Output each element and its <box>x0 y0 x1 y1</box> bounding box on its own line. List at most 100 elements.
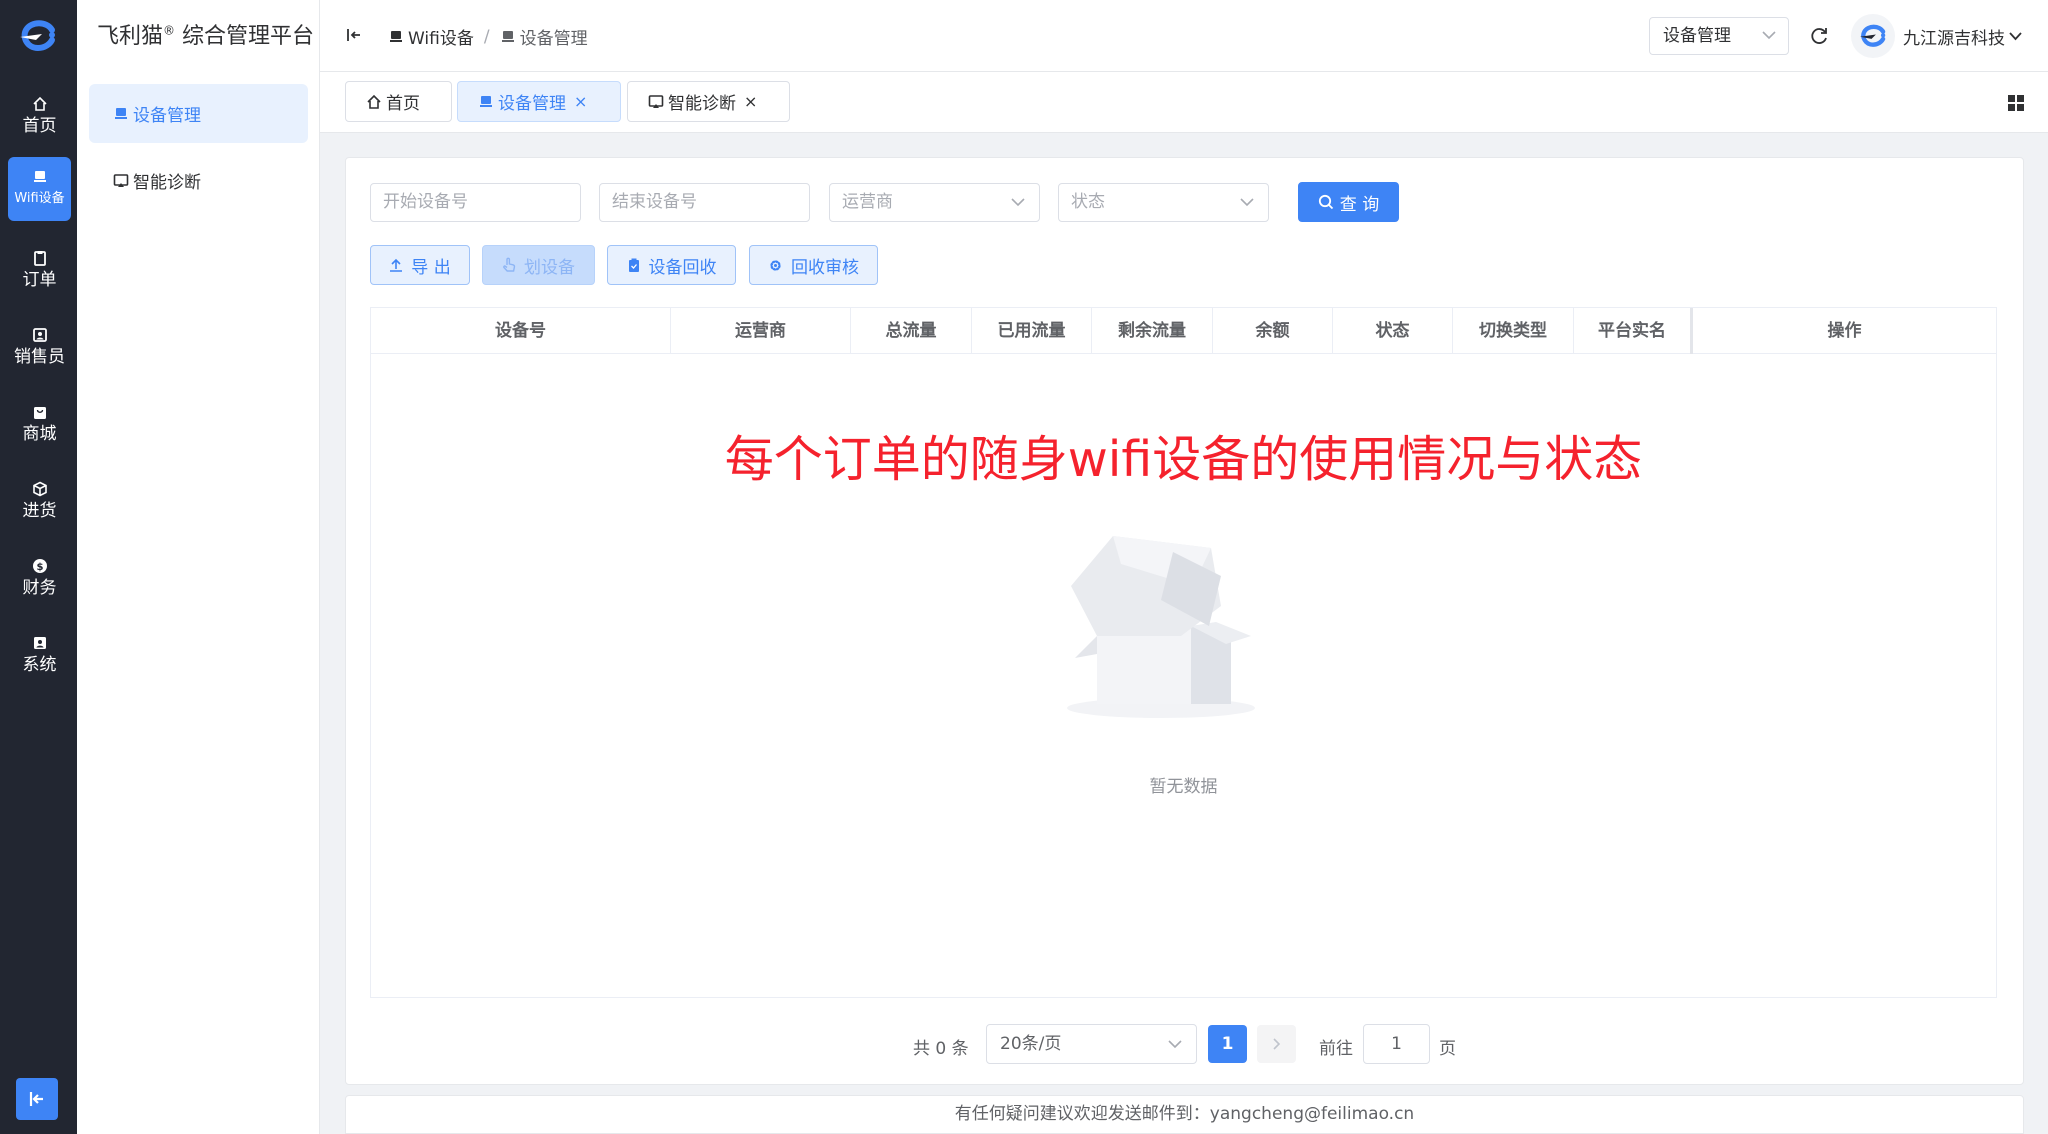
footer-bar: 有任何疑问建议欢迎发送邮件到：yangcheng@feilimao.cn <box>345 1095 2024 1134</box>
column-header-actions: 操作 <box>1690 308 1996 354</box>
avatar[interactable] <box>1851 14 1895 58</box>
goto-unit-label: 页 <box>1439 1039 1456 1059</box>
sidebar-item-device-management[interactable]: 设备管理 <box>89 84 308 143</box>
upload-icon <box>390 258 403 272</box>
recycle-review-button-label: 回收审核 <box>791 257 859 278</box>
sub-menu-sidebar: 飞利猫® 综合管理平台 设备管理 智能诊断 <box>77 0 320 1134</box>
main-nav-rail: 首页 Wifi设备 订单 销售员 商城 进货 $ 财务 系统 <box>0 0 77 1134</box>
monitor-icon <box>390 30 402 42</box>
rail-item-home[interactable]: 首页 <box>8 84 71 148</box>
rail-item-label: 进货 <box>22 501 57 521</box>
recycle-device-button[interactable]: 设备回收 <box>607 245 736 285</box>
pagination: 共 0 条 20条/页 1 前往 1 页 <box>346 1024 2023 1064</box>
close-icon[interactable]: × <box>744 92 757 111</box>
page-size-select[interactable]: 20条/页 <box>986 1024 1197 1064</box>
end-device-input[interactable]: 结束设备号 <box>599 183 810 222</box>
collapse-left-icon <box>29 1092 43 1106</box>
rail-item-salespeople[interactable]: 销售员 <box>8 315 71 379</box>
home-icon <box>367 94 381 109</box>
refresh-icon[interactable] <box>1809 26 1829 46</box>
assign-device-button[interactable]: 划设备 <box>482 245 595 285</box>
close-icon[interactable]: × <box>574 92 587 111</box>
export-button[interactable]: 导 出 <box>370 245 470 285</box>
svg-text:$: $ <box>36 562 43 573</box>
column-header-total-traffic[interactable]: 总流量 <box>851 308 972 354</box>
start-device-input[interactable]: 开始设备号 <box>370 183 581 222</box>
collapse-menu-button[interactable] <box>16 1078 58 1120</box>
monitor-icon <box>480 95 492 107</box>
recycle-review-button[interactable]: 回收审核 <box>749 245 878 285</box>
company-logo-icon <box>1860 24 1886 47</box>
column-header-switch-type[interactable]: 切换类型 <box>1453 308 1574 354</box>
breadcrumb-separator: / <box>483 26 490 47</box>
column-header-platform-realname[interactable]: 平台实名 <box>1574 308 1690 354</box>
rail-item-purchase[interactable]: 进货 <box>8 469 71 533</box>
app-title: 飞利猫® 综合管理平台 <box>97 18 314 50</box>
rail-item-label: 财务 <box>22 578 57 598</box>
registered-mark: ® <box>163 23 176 38</box>
assign-device-button-label: 划设备 <box>524 257 575 278</box>
rail-item-label: Wifi设备 <box>14 191 65 206</box>
chevron-down-icon <box>1168 1040 1182 1049</box>
tab-smart-diagnosis[interactable]: 智能诊断 × <box>627 81 790 122</box>
column-header-status[interactable]: 状态 <box>1333 308 1453 354</box>
rail-item-finance[interactable]: $ 财务 <box>8 546 71 610</box>
page-number-button[interactable]: 1 <box>1208 1025 1247 1063</box>
brand-name: 飞利猫 <box>97 24 164 49</box>
rail-item-label: 订单 <box>22 270 57 290</box>
rail-item-system[interactable]: 系统 <box>8 623 71 687</box>
rail-item-mall[interactable]: 商城 <box>8 392 71 456</box>
tab-device-management[interactable]: 设备管理 × <box>457 81 621 122</box>
sidebar-item-smart-diagnosis[interactable]: 智能诊断 <box>89 151 308 210</box>
column-header-remaining-traffic[interactable]: 剩余流量 <box>1092 308 1213 354</box>
home-icon <box>32 96 47 111</box>
module-select[interactable]: 设备管理 <box>1649 17 1789 55</box>
query-button-label: 查 询 <box>1339 194 1380 215</box>
search-icon <box>1318 194 1333 210</box>
pagination-total: 共 0 条 <box>913 1039 969 1059</box>
goto-page-input[interactable]: 1 <box>1363 1024 1430 1064</box>
fold-sidebar-icon[interactable] <box>346 26 362 44</box>
gear-icon <box>770 259 781 271</box>
monitor-icon <box>115 107 127 119</box>
screen-cast-icon <box>113 173 129 187</box>
breadcrumb: Wifi设备 / 设备管理 <box>388 24 588 49</box>
column-header-used-traffic[interactable]: 已用流量 <box>972 308 1092 354</box>
hand-pointer-icon <box>503 257 516 272</box>
end-device-placeholder: 结束设备号 <box>612 192 697 212</box>
export-button-label: 导 出 <box>411 257 451 278</box>
device-list-card: 开始设备号 结束设备号 运营商 状态 查 询 导 出 划设备 设备回收 回收审核… <box>345 157 2024 1085</box>
breadcrumb-item-device-management: 设备管理 <box>519 29 588 49</box>
footer-contact-text: 有任何疑问建议欢迎发送邮件到：yangcheng@feilimao.cn <box>954 1104 1415 1124</box>
app-logo <box>20 20 55 52</box>
user-menu[interactable]: 九江源吉科技 <box>1903 24 2022 49</box>
clipboard-icon <box>628 258 639 272</box>
recycle-device-button-label: 设备回收 <box>648 257 717 278</box>
tab-label: 首页 <box>386 94 420 114</box>
monitor-icon <box>501 30 514 42</box>
chevron-right-icon <box>1272 1038 1280 1050</box>
chevron-down-icon <box>1011 198 1025 207</box>
sidebar-item-label: 智能诊断 <box>133 173 201 193</box>
status-select[interactable]: 状态 <box>1058 183 1269 222</box>
rail-item-orders[interactable]: 订单 <box>8 238 71 302</box>
shop-bag-icon <box>33 407 46 419</box>
tab-home[interactable]: 首页 <box>345 81 452 122</box>
rail-item-label: 系统 <box>22 655 57 675</box>
column-header-balance[interactable]: 余额 <box>1213 308 1333 354</box>
clipboard-icon <box>33 251 46 266</box>
breadcrumb-item-wifi-devices[interactable]: Wifi设备 <box>408 24 474 49</box>
next-page-button[interactable] <box>1257 1025 1296 1063</box>
chevron-down-icon <box>1762 31 1776 40</box>
rail-item-wifi-devices[interactable]: Wifi设备 <box>8 157 71 221</box>
column-header-operator[interactable]: 运营商 <box>671 308 851 354</box>
module-select-value: 设备管理 <box>1663 26 1731 46</box>
sidebar-item-label: 设备管理 <box>133 106 201 126</box>
monitor-icon <box>33 171 46 182</box>
table-header: 设备号 运营商 总流量 已用流量 剩余流量 余额 状态 切换类型 平台实名 操作 <box>371 308 1996 354</box>
query-button[interactable]: 查 询 <box>1298 182 1399 222</box>
operator-select[interactable]: 运营商 <box>829 183 1040 222</box>
rail-item-label: 首页 <box>22 116 57 136</box>
grid-menu-icon[interactable] <box>2007 94 2025 112</box>
column-header-device-no[interactable]: 设备号 <box>371 308 671 354</box>
